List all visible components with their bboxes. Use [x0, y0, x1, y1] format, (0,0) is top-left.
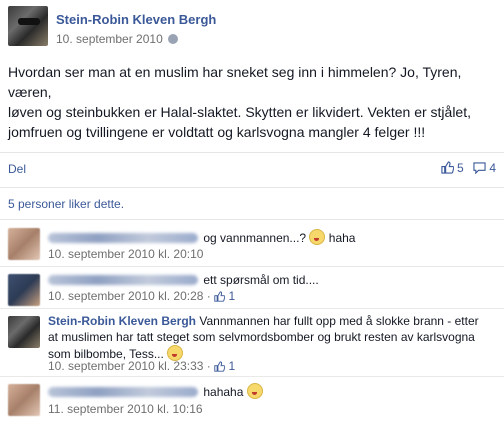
post-body-line: væren, — [8, 84, 52, 100]
comment-like-indicator[interactable]: 1 — [214, 289, 235, 303]
post-date[interactable]: 10. september 2010 — [56, 32, 178, 46]
commenter-avatar[interactable] — [8, 228, 40, 260]
comment-author[interactable]: Stein-Robin Kleven Bergh — [48, 314, 196, 328]
commenter-avatar[interactable] — [8, 274, 40, 306]
redacted-commenter-name — [48, 233, 198, 243]
comment-text: ett spørsmål om tid.... — [203, 273, 319, 287]
globe-icon — [167, 34, 178, 44]
author-avatar[interactable] — [8, 6, 48, 46]
comment-text-line: ett spørsmål om tid.... — [48, 272, 488, 288]
comment-like-count: 1 — [228, 289, 236, 303]
likes-summary-row: 5 personer liker dette. — [0, 187, 504, 220]
post-date-text[interactable]: 10. september 2010 — [56, 32, 163, 46]
comment-bubble-icon[interactable] — [473, 162, 486, 174]
likes-summary[interactable]: 5 personer liker dette. — [8, 197, 124, 211]
comment-item: Stein-Robin Kleven Bergh Vannmannen har … — [0, 308, 504, 377]
post-author-name[interactable]: Stein-Robin Kleven Bergh — [56, 12, 216, 27]
comment-text: hahaha — [203, 385, 244, 399]
comment-like-count: 1 — [228, 359, 236, 373]
reaction-counts: 5 4 — [440, 161, 496, 175]
comment-timestamp[interactable]: 10. september 2010 kl. 23:33 · — [48, 359, 214, 373]
thumbs-up-icon — [214, 291, 226, 302]
post-body-line: løven og steinbukken er Halal-slaktet. S… — [8, 104, 471, 120]
smiley-icon — [309, 229, 326, 245]
comment-text-after-emoji: haha — [328, 231, 356, 245]
comment-text-block: Stein-Robin Kleven Bergh Vannmannen har … — [48, 313, 488, 362]
comment-text: og vannmannen...? — [203, 231, 307, 245]
redacted-commenter-name — [48, 387, 198, 397]
thumbs-up-icon[interactable] — [440, 161, 454, 174]
share-link[interactable]: Del — [8, 162, 26, 176]
action-bar: Del 5 4 — [0, 152, 504, 188]
comment-like-indicator[interactable]: 1 — [214, 359, 235, 373]
comment-timestamp[interactable]: 10. september 2010 kl. 20:28 · — [48, 289, 214, 303]
redacted-commenter-name — [48, 275, 198, 285]
post-body-line: Hvordan ser man at en muslim har sneket … — [8, 64, 462, 80]
smiley-icon — [246, 383, 263, 399]
comment-item: og vannmannen...? haha 10. september 201… — [0, 220, 504, 267]
commenter-avatar[interactable] — [8, 384, 40, 416]
comment-meta: 10. september 2010 kl. 23:33 · 1 — [48, 359, 235, 373]
post-body-line: jomfruen og tvillingene er voldtatt og k… — [8, 124, 426, 140]
comment-count[interactable]: 4 — [489, 161, 496, 175]
post-body: Hvordan ser man at en muslim har sneket … — [8, 62, 496, 142]
comment-meta: 10. september 2010 kl. 20:28 · 1 — [48, 289, 235, 303]
commenter-avatar[interactable] — [8, 316, 40, 348]
comment-item: ett spørsmål om tid.... 10. september 20… — [0, 266, 504, 309]
comment-item: hahaha 11. september 2010 kl. 10:16 — [0, 376, 504, 426]
comment-text-line: hahaha — [48, 383, 488, 400]
comment-meta[interactable]: 10. september 2010 kl. 20:10 — [48, 247, 203, 261]
thumbs-up-icon — [214, 361, 226, 372]
comment-text-line: og vannmannen...? haha — [48, 229, 488, 246]
like-count[interactable]: 5 — [457, 161, 464, 175]
comment-meta[interactable]: 11. september 2010 kl. 10:16 — [48, 402, 203, 416]
post-header: Stein-Robin Kleven Bergh 10. september 2… — [8, 6, 498, 50]
